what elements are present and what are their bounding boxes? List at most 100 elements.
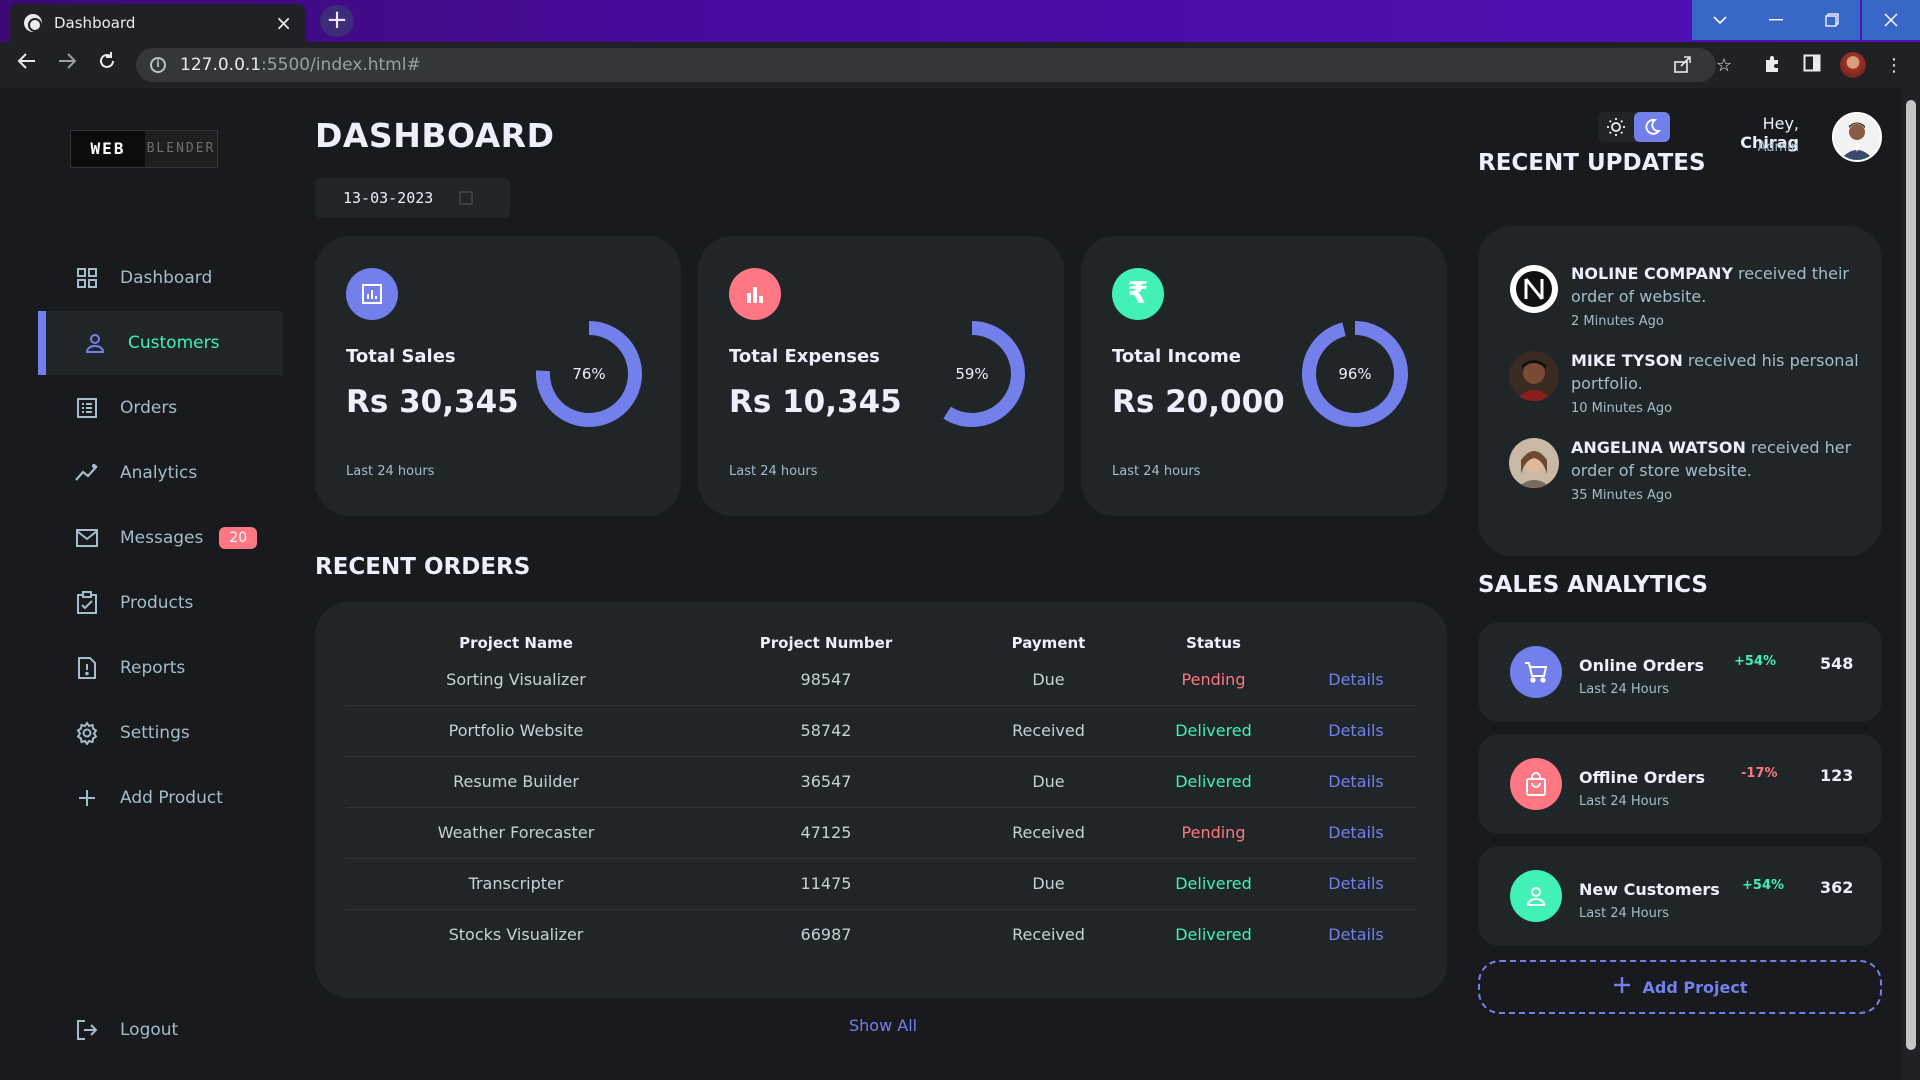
sun-icon[interactable] bbox=[1598, 112, 1634, 142]
restore-button[interactable] bbox=[1804, 0, 1860, 40]
tab-title: Dashboard bbox=[54, 14, 136, 32]
calendar-icon[interactable] bbox=[459, 191, 474, 205]
back-icon[interactable] bbox=[12, 50, 42, 80]
card-footer: Last 24 hours bbox=[1112, 464, 1201, 479]
bag-icon bbox=[1510, 758, 1562, 810]
plus-icon bbox=[74, 785, 100, 811]
logo: WEB BLENDER bbox=[70, 130, 218, 168]
update-name: ANGELINA WATSON bbox=[1571, 438, 1746, 457]
progress-percent: 59% bbox=[955, 365, 989, 383]
avatar bbox=[1509, 351, 1559, 401]
sidebar-item-logout[interactable]: Logout bbox=[38, 998, 283, 1062]
table-row: Weather Forecaster 47125 Received Pendin… bbox=[346, 807, 1416, 859]
sidebar-item-label: Products bbox=[120, 593, 194, 613]
project-name: Resume Builder bbox=[346, 756, 686, 808]
table-row: Transcripter 11475 Due Delivered Details bbox=[346, 858, 1416, 910]
scrollbar-thumb[interactable] bbox=[1906, 100, 1916, 1050]
rupee-icon: ₹ bbox=[1112, 268, 1164, 320]
sidebar-item-dashboard[interactable]: Dashboard bbox=[38, 246, 283, 310]
progress-percent: 96% bbox=[1338, 365, 1372, 383]
offline-orders-item: Offline Orders Last 24 Hours -17% 123 bbox=[1478, 734, 1882, 834]
sidebar-item-analytics[interactable]: Analytics bbox=[38, 441, 283, 505]
sidebar-item-label: Customers bbox=[128, 333, 220, 353]
payment-status: Due bbox=[966, 654, 1131, 706]
card-label: Total Income bbox=[1112, 346, 1241, 367]
sidebar-item-add-product[interactable]: Add Product bbox=[38, 766, 283, 830]
extensions-icon[interactable] bbox=[1760, 54, 1784, 78]
new-tab-button[interactable]: + bbox=[320, 5, 354, 37]
recent-updates-title: RECENT UPDATES bbox=[1478, 150, 1706, 176]
bar-chart-icon bbox=[729, 268, 781, 320]
total-income-card: ₹ Total Income Rs 20,000 Last 24 hours 9… bbox=[1081, 236, 1447, 516]
order-status: Delivered bbox=[1131, 858, 1296, 910]
theme-toggle[interactable] bbox=[1598, 112, 1670, 142]
new-customers-item: New Customers Last 24 Hours +54% 362 bbox=[1478, 846, 1882, 946]
analytics-sub: Last 24 Hours bbox=[1579, 906, 1669, 921]
date-input[interactable]: 13-03-2023 bbox=[315, 178, 510, 218]
forward-icon[interactable] bbox=[52, 50, 82, 80]
analytics-sub: Last 24 Hours bbox=[1579, 794, 1669, 809]
browser-tab[interactable]: Dashboard × bbox=[10, 4, 306, 42]
recent-orders-table: Project Name Project Number Payment Stat… bbox=[315, 602, 1447, 998]
project-name: Sorting Visualizer bbox=[346, 654, 686, 706]
add-project-button[interactable]: Add Project bbox=[1478, 960, 1882, 1014]
side-panel-icon[interactable] bbox=[1800, 54, 1824, 78]
inventory-icon bbox=[74, 590, 100, 616]
card-value: Rs 10,345 bbox=[729, 384, 902, 420]
site-info-icon[interactable]: i bbox=[150, 57, 166, 73]
sidebar-item-orders[interactable]: Orders bbox=[38, 376, 283, 440]
details-link[interactable]: Details bbox=[1296, 858, 1416, 910]
project-name: Weather Forecaster bbox=[346, 807, 686, 859]
avatar[interactable] bbox=[1832, 112, 1882, 162]
url-path: :5500/index.html# bbox=[261, 55, 421, 75]
tab-search-button[interactable] bbox=[1692, 0, 1748, 40]
update-time: 10 Minutes Ago bbox=[1571, 401, 1673, 416]
table-row: Portfolio Website 58742 Received Deliver… bbox=[346, 705, 1416, 757]
close-window-button[interactable] bbox=[1862, 0, 1920, 40]
details-link[interactable]: Details bbox=[1296, 654, 1416, 706]
dashboard-app: WEB BLENDER Dashboard Customers Orders A… bbox=[0, 88, 1902, 1080]
page-scrollbar[interactable] bbox=[1902, 88, 1920, 1080]
card-value: Rs 30,345 bbox=[346, 384, 519, 420]
close-icon[interactable]: × bbox=[275, 13, 292, 33]
bookmark-star-icon[interactable]: ☆ bbox=[1712, 54, 1736, 78]
analytics-name: Online Orders bbox=[1579, 656, 1704, 675]
sidebar-item-reports[interactable]: Reports bbox=[38, 636, 283, 700]
receipt-icon bbox=[74, 395, 100, 421]
sidebar-item-label: Settings bbox=[120, 723, 190, 743]
greeting-text: Hey, bbox=[1762, 114, 1799, 133]
details-link[interactable]: Details bbox=[1296, 807, 1416, 859]
moon-icon[interactable] bbox=[1634, 112, 1670, 142]
online-orders-item: Online Orders Last 24 Hours +54% 548 bbox=[1478, 622, 1882, 722]
details-link[interactable]: Details bbox=[1296, 909, 1416, 960]
minimize-button[interactable] bbox=[1748, 0, 1804, 40]
project-name: Stocks Visualizer bbox=[448, 925, 584, 945]
update-time: 35 Minutes Ago bbox=[1571, 488, 1673, 503]
sidebar-item-messages[interactable]: Messages 20 bbox=[38, 506, 283, 570]
analytics-percent: -17% bbox=[1741, 766, 1778, 781]
reload-icon[interactable] bbox=[92, 50, 122, 80]
show-all-link[interactable]: Show All bbox=[849, 1016, 917, 1035]
logo-text-blender: BLENDER bbox=[145, 131, 217, 167]
card-label: Total Expenses bbox=[729, 346, 880, 367]
share-icon[interactable] bbox=[1670, 54, 1694, 78]
user-role: Admin bbox=[1757, 140, 1799, 155]
sidebar-item-customers[interactable]: Customers bbox=[38, 311, 283, 375]
sidebar-item-settings[interactable]: Settings bbox=[38, 701, 283, 765]
add-project-label: Add Project bbox=[1642, 977, 1748, 997]
browser-profile-avatar[interactable] bbox=[1840, 52, 1866, 78]
project-number: 66987 bbox=[800, 925, 852, 945]
total-sales-card: Total Sales Rs 30,345 Last 24 hours 76% bbox=[315, 236, 681, 516]
column-header: Project Name bbox=[459, 634, 573, 652]
address-bar[interactable]: i 127.0.0.1:5500/index.html# bbox=[136, 48, 1716, 82]
column-header: Status bbox=[1186, 634, 1241, 652]
browser-menu-icon[interactable]: ⋮ bbox=[1882, 54, 1906, 78]
total-expenses-card: Total Expenses Rs 10,345 Last 24 hours 5… bbox=[698, 236, 1064, 516]
sidebar-item-products[interactable]: Products bbox=[38, 571, 283, 635]
progress-ring: 59% bbox=[914, 316, 1030, 432]
card-label: Total Sales bbox=[346, 346, 456, 367]
details-link[interactable]: Details bbox=[1296, 705, 1416, 757]
progress-percent: 76% bbox=[572, 365, 606, 383]
project-number: 11475 bbox=[686, 858, 966, 910]
details-link[interactable]: Details bbox=[1296, 756, 1416, 808]
